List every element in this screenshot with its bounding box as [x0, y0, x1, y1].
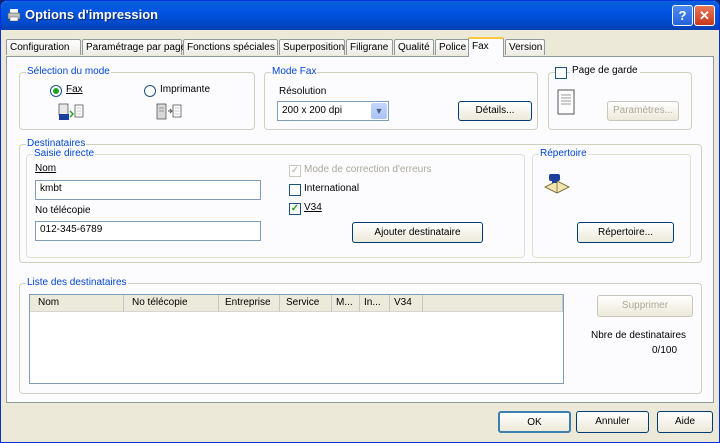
column-header-international[interactable]: In... [360, 295, 390, 312]
column-header-fax[interactable]: No télécopie [124, 295, 219, 312]
mode-selection-group: Sélection du mode Fax Imprimante [19, 66, 255, 130]
tab-watermark[interactable]: Filigrane [346, 39, 393, 55]
window-title: Options d'impression [25, 7, 159, 22]
chevron-down-icon: ▼ [371, 103, 387, 119]
resolution-select[interactable]: 200 x 200 dpi ▼ [277, 101, 389, 121]
tab-special-functions[interactable]: Fonctions spéciales [183, 39, 278, 55]
recipient-list[interactable]: Nom No télécopie Entreprise Service M...… [29, 294, 564, 384]
tab-font[interactable]: Police [435, 39, 472, 55]
v34-label: V34 [304, 202, 322, 213]
directory-group: Répertoire Répertoire... [532, 148, 691, 258]
cancel-button[interactable]: Annuler [576, 411, 649, 433]
close-button[interactable]: ✕ [694, 5, 715, 26]
name-label: Nom [35, 163, 57, 174]
column-header-empty [423, 295, 563, 312]
international-checkbox[interactable] [289, 184, 301, 196]
ok-button[interactable]: OK [498, 411, 571, 433]
tab-page-setup[interactable]: Paramétrage par page [82, 39, 186, 55]
direct-entry-group: Saisie directe Nom kmbt No télécopie 012… [26, 148, 525, 258]
tab-quality[interactable]: Qualité [394, 39, 434, 55]
document-icon [557, 89, 575, 115]
phonebook-icon [544, 174, 570, 194]
international-label: International [304, 183, 360, 194]
cover-page-label: Page de garde [570, 65, 640, 76]
fax-number-input[interactable]: 012-345-6789 [35, 221, 261, 241]
printer-radio-label: Imprimante [160, 84, 211, 95]
cover-page-group: Page de garde Paramètres... [548, 65, 692, 130]
v34-checkbox[interactable]: ✓ [289, 203, 301, 215]
printer-mode-icon [156, 103, 182, 120]
fax-tab-panel: Sélection du mode Fax Imprimante Mode Fa… [6, 56, 714, 403]
directory-button[interactable]: Répertoire... [577, 222, 674, 243]
print-options-window: Options d'impression ? ✕ Configuration P… [0, 0, 720, 443]
recipient-count-value: 0/100 [652, 345, 678, 356]
title-bar[interactable]: Options d'impression ? ✕ [1, 1, 719, 30]
help-button[interactable]: ? [672, 5, 693, 26]
column-header-name[interactable]: Nom [30, 295, 124, 312]
ecm-checkbox[interactable]: ✓ [289, 165, 301, 177]
fax-number-label: No télécopie [35, 205, 91, 216]
direct-entry-legend: Saisie directe [33, 148, 96, 159]
column-header-mode[interactable]: M... [332, 295, 360, 312]
fax-mode-group: Mode Fax Résolution 200 x 200 dpi ▼ Déta… [264, 66, 538, 130]
tab-configuration[interactable]: Configuration [6, 39, 81, 55]
ecm-label: Mode de correction d'erreurs [304, 164, 432, 175]
delete-button[interactable]: Supprimer [597, 295, 693, 317]
mode-selection-legend: Sélection du mode [26, 66, 111, 77]
column-header-v34[interactable]: V34 [390, 295, 423, 312]
resolution-value: 200 x 200 dpi [282, 105, 343, 116]
details-button[interactable]: Détails... [458, 101, 532, 121]
recipients-group: Destinataires Saisie directe Nom kmbt No… [19, 138, 702, 263]
printer-icon [7, 9, 21, 22]
add-recipient-button[interactable]: Ajouter destinataire [352, 222, 483, 243]
directory-legend: Répertoire [539, 148, 588, 159]
recipient-list-group: Liste des destinataires Nom No télécopie… [19, 277, 702, 394]
fax-mode-legend: Mode Fax [271, 66, 318, 77]
cover-params-button[interactable]: Paramètres... [607, 101, 679, 121]
tab-overlay[interactable]: Superposition [279, 39, 345, 55]
resolution-label: Résolution [279, 86, 327, 97]
fax-radio-label: Fax [66, 84, 83, 95]
fax-radio[interactable] [50, 85, 62, 97]
cover-page-checkbox[interactable] [555, 67, 567, 79]
column-header-service[interactable]: Service [280, 295, 332, 312]
tab-version[interactable]: Version [505, 39, 545, 55]
tab-fax[interactable]: Fax [468, 37, 504, 57]
recipient-list-legend: Liste des destinataires [26, 277, 128, 288]
column-header-company[interactable]: Entreprise [219, 295, 280, 312]
fax-mode-icon [58, 103, 84, 120]
printer-radio[interactable] [144, 85, 156, 97]
help-footer-button[interactable]: Aide [657, 411, 713, 433]
name-input[interactable]: kmbt [35, 180, 261, 200]
recipient-count-label: Nbre de destinataires [591, 330, 687, 341]
